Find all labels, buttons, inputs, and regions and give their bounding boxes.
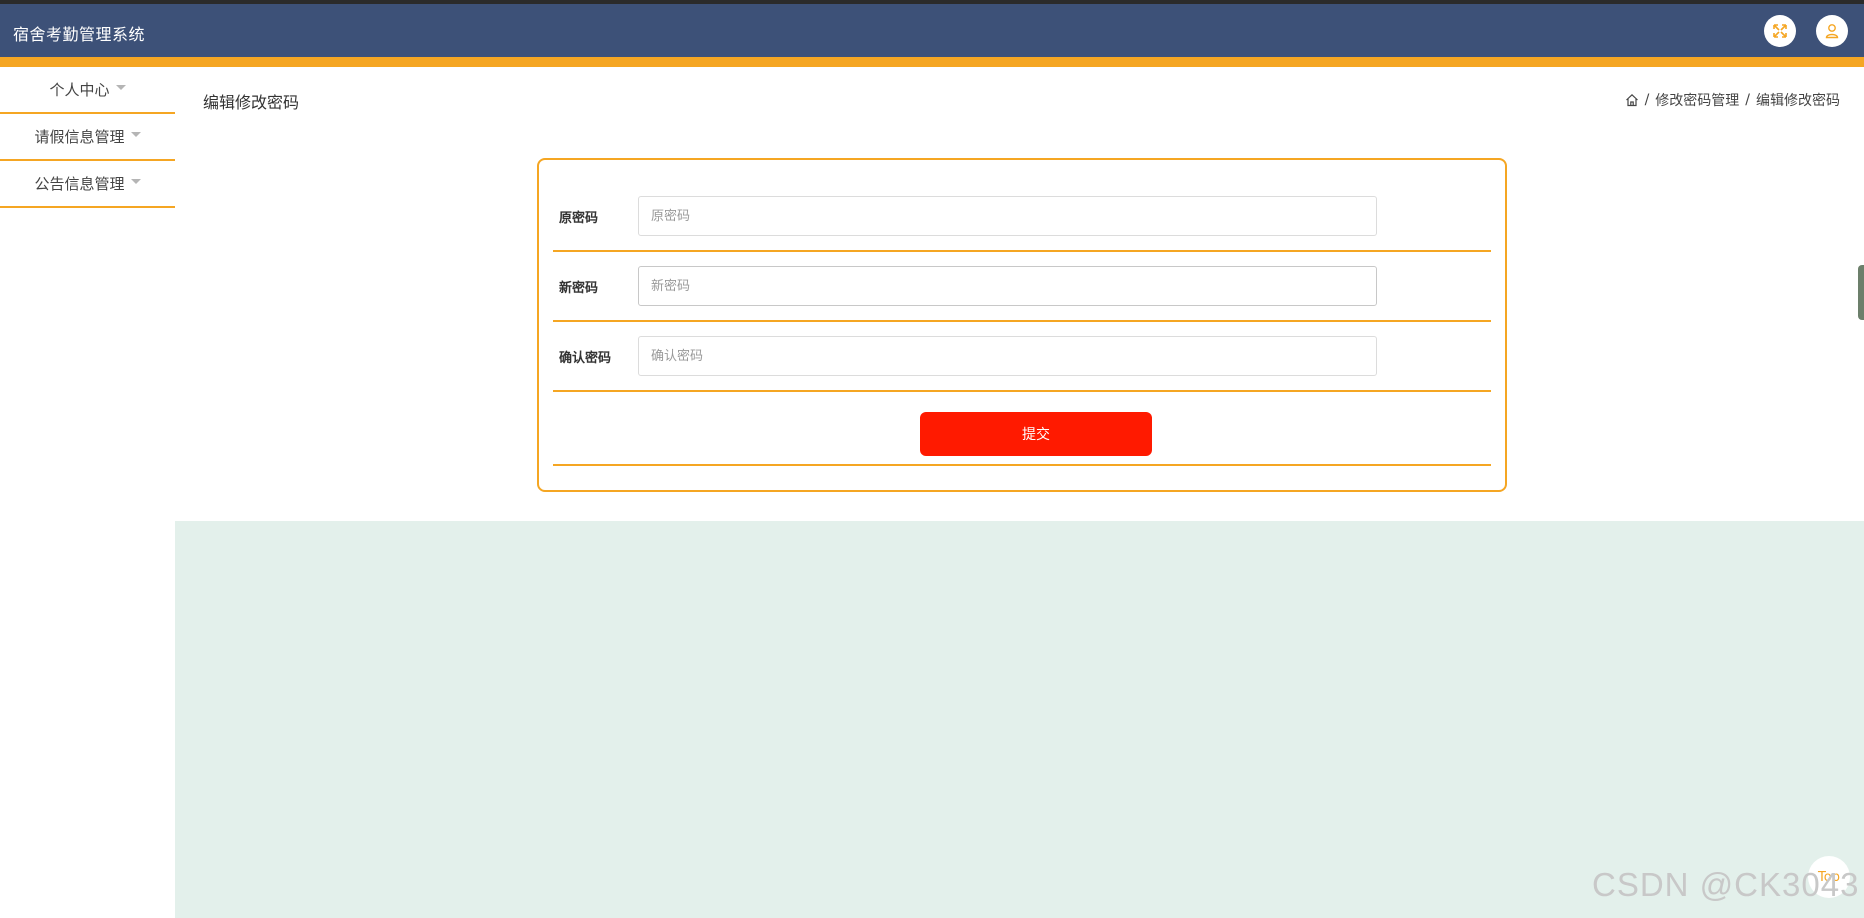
breadcrumb: / 修改密码管理 / 编辑修改密码 bbox=[1625, 90, 1840, 110]
breadcrumb-password-management[interactable]: 修改密码管理 bbox=[1655, 90, 1739, 110]
new-password-input[interactable] bbox=[638, 266, 1377, 306]
sidebar: 个人中心 请假信息管理 公告信息管理 bbox=[0, 67, 175, 208]
watermark: CSDN @CK3043 bbox=[1592, 866, 1860, 903]
password-form: 原密码 新密码 确认密码 提交 bbox=[537, 158, 1507, 492]
confirm-password-label: 确认密码 bbox=[559, 350, 612, 366]
user-icon bbox=[1825, 24, 1839, 39]
form-row-confirm-password: 确认密码 bbox=[553, 322, 1491, 392]
caret-down-icon bbox=[130, 132, 141, 137]
expand-icon bbox=[1773, 24, 1787, 38]
old-password-label: 原密码 bbox=[559, 210, 599, 226]
breadcrumb-separator: / bbox=[1644, 92, 1650, 108]
app-title: 宿舍考勤管理系统 bbox=[13, 25, 146, 44]
submit-button[interactable]: 提交 bbox=[920, 412, 1152, 456]
sidebar-item-leave-management[interactable]: 请假信息管理 bbox=[0, 114, 175, 161]
breadcrumb-current: 编辑修改密码 bbox=[1756, 93, 1840, 109]
form-row-new-password: 新密码 bbox=[553, 252, 1491, 322]
header-accent-bar bbox=[0, 57, 1864, 67]
page-title: 编辑修改密码 bbox=[203, 93, 300, 112]
caret-down-icon bbox=[130, 179, 141, 184]
sidebar-item-label: 请假信息管理 bbox=[34, 128, 125, 146]
side-drawer-handle[interactable] bbox=[1858, 265, 1864, 320]
sidebar-item-personal-center[interactable]: 个人中心 bbox=[0, 67, 175, 114]
app-header: 宿舍考勤管理系统 bbox=[0, 4, 1864, 57]
sidebar-item-notice-management[interactable]: 公告信息管理 bbox=[0, 161, 175, 208]
sidebar-item-label: 个人中心 bbox=[49, 81, 110, 99]
new-password-label: 新密码 bbox=[559, 280, 599, 296]
breadcrumb-separator: / bbox=[1745, 92, 1750, 108]
fullscreen-button[interactable] bbox=[1764, 15, 1796, 47]
form-row-old-password: 原密码 bbox=[553, 182, 1491, 252]
caret-down-icon bbox=[115, 85, 126, 90]
user-menu-button[interactable] bbox=[1816, 15, 1848, 47]
confirm-password-input[interactable] bbox=[638, 336, 1377, 376]
home-icon[interactable] bbox=[1625, 93, 1639, 107]
sidebar-item-label: 公告信息管理 bbox=[34, 175, 125, 193]
content-background bbox=[175, 521, 1864, 918]
form-row-submit: 提交 bbox=[553, 392, 1491, 466]
old-password-input[interactable] bbox=[638, 196, 1377, 236]
